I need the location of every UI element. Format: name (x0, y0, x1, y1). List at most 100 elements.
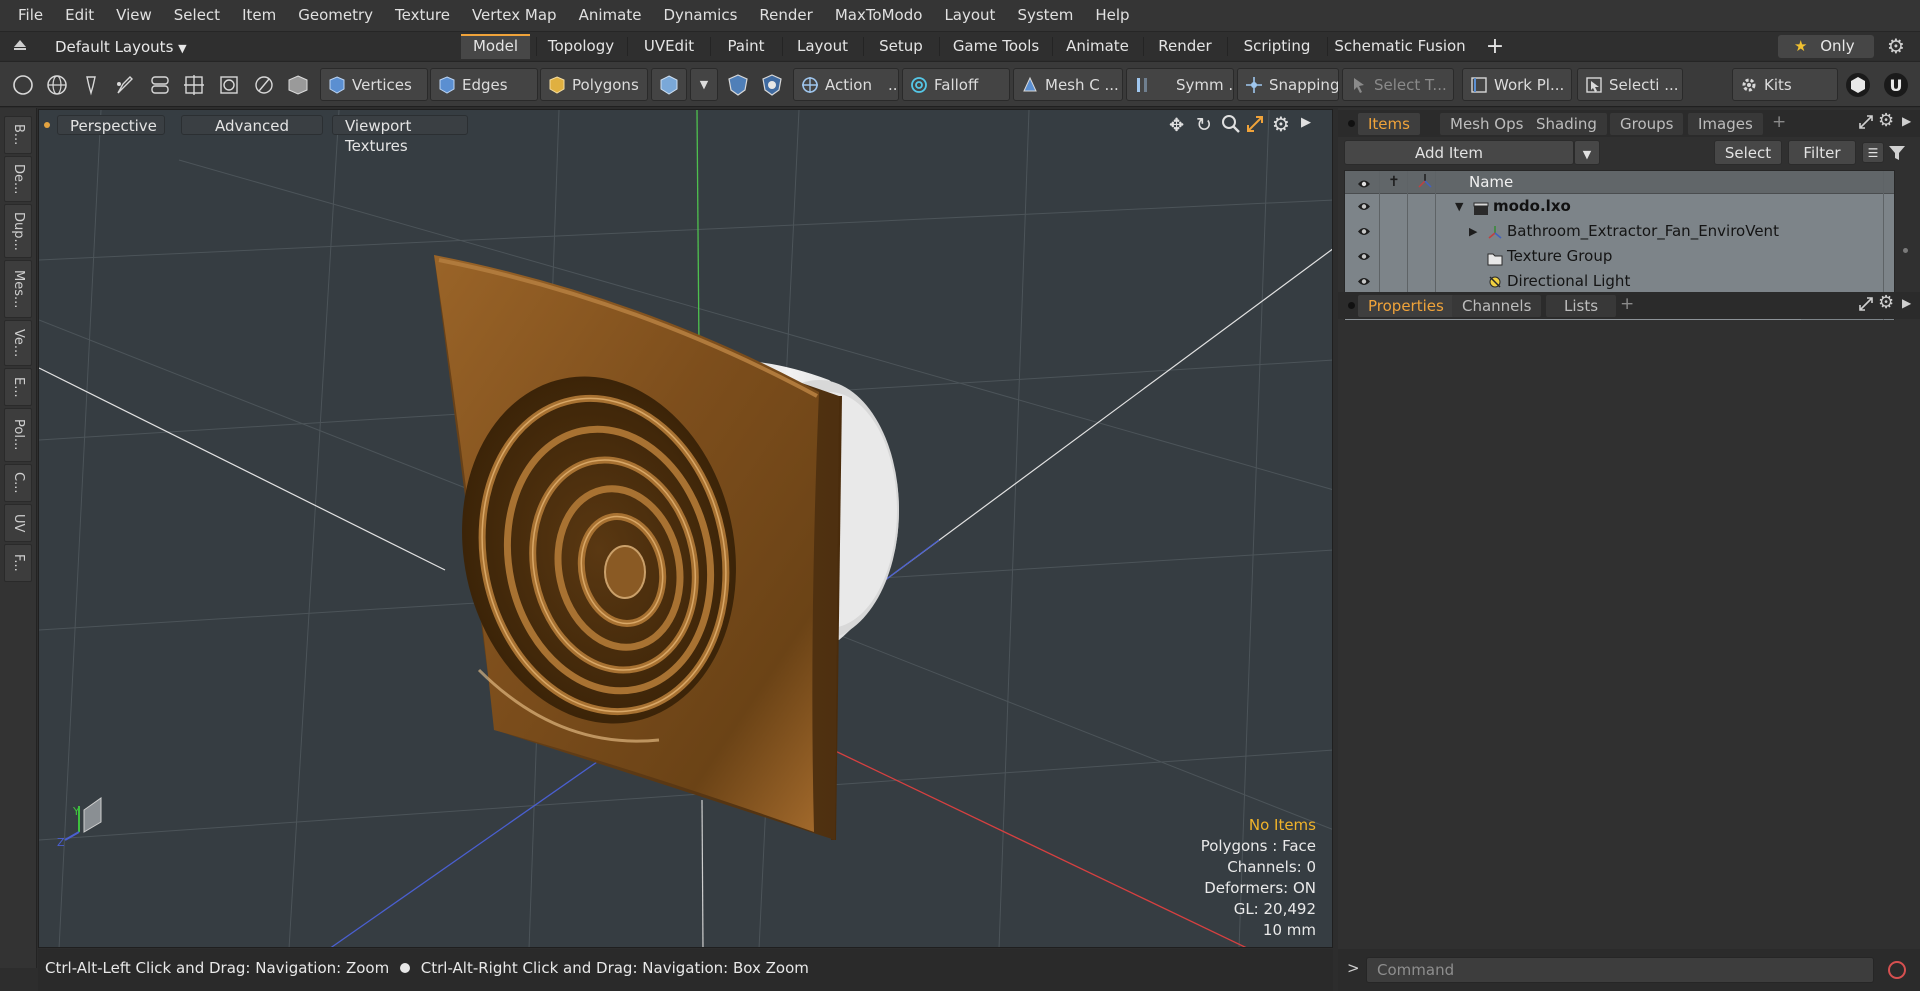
left-tab-vertex[interactable]: Ve... (4, 320, 32, 366)
menu-dynamics[interactable]: Dynamics (652, 0, 748, 31)
layout-select[interactable]: Default Layouts ▼ (55, 36, 187, 58)
rotate-icon[interactable]: ↻ (1196, 114, 1212, 136)
left-tab-mesh-edit[interactable]: Mes... (4, 260, 32, 318)
menu-texture[interactable]: Texture (384, 0, 461, 31)
tab-layout[interactable]: Layout (788, 34, 857, 59)
pan-icon[interactable]: ✥ (1169, 115, 1184, 136)
tab-shading[interactable]: Shading (1526, 113, 1607, 135)
left-tab-duplicate[interactable]: Dup... (4, 204, 32, 258)
left-tab-uv[interactable]: UV (4, 504, 32, 542)
menu-item[interactable]: Item (231, 0, 287, 31)
maximize-panel-icon[interactable] (1858, 296, 1874, 312)
tab-properties[interactable]: Properties (1358, 295, 1454, 317)
locator-column-icon[interactable] (1417, 173, 1433, 189)
add-item-button[interactable]: Add Item (1344, 140, 1574, 165)
only-toggle[interactable]: ★ Only (1778, 35, 1874, 58)
kits-button[interactable]: Kits (1732, 68, 1838, 101)
list-options-button[interactable]: ☰ (1862, 142, 1884, 163)
tab-channels[interactable]: Channels (1452, 295, 1542, 317)
menu-maxtomodo[interactable]: MaxToModo (824, 0, 934, 31)
maximize-panel-icon[interactable] (1858, 114, 1874, 130)
lock-column-icon[interactable]: ✝ (1388, 174, 1400, 190)
tab-paint[interactable]: Paint (716, 34, 776, 59)
visibility-eye-icon[interactable] (1357, 275, 1371, 288)
tab-mesh-ops[interactable]: Mesh Ops (1440, 113, 1534, 135)
symmetry-button[interactable]: Symm ... (1126, 68, 1234, 101)
unreal-icon[interactable] (1844, 71, 1872, 99)
select-through-button[interactable]: Select T... (1342, 68, 1454, 101)
symmetry-shield-icon[interactable] (724, 71, 752, 99)
panel-gear-icon[interactable]: ⚙ (1878, 292, 1894, 313)
viewport-menu-dot-icon[interactable] (44, 122, 50, 128)
left-tab-curve[interactable]: C... (4, 464, 32, 502)
command-input[interactable]: Command (1366, 957, 1874, 983)
add-item-dropdown[interactable]: ▼ (1574, 140, 1600, 165)
tab-topology[interactable]: Topology (541, 34, 621, 59)
tab-groups[interactable]: Groups (1610, 113, 1684, 135)
menu-layout[interactable]: Layout (933, 0, 1006, 31)
menu-file[interactable]: File (7, 0, 54, 31)
menu-view[interactable]: View (105, 0, 163, 31)
viewport-scene[interactable]: Y Z (39, 110, 1333, 948)
tab-images[interactable]: Images (1688, 113, 1763, 135)
unity-icon[interactable]: U (1882, 71, 1910, 99)
gear-icon[interactable]: ⚙ (1887, 34, 1909, 58)
menu-edit[interactable]: Edit (54, 0, 105, 31)
menu-select[interactable]: Select (163, 0, 231, 31)
visibility-eye-icon[interactable] (1357, 200, 1371, 213)
panel-expand-arrow-icon[interactable]: ▶ (1902, 296, 1911, 310)
list-item[interactable]: ▼ modo.lxo (1345, 194, 1894, 219)
visibility-eye-icon[interactable] (1357, 225, 1371, 238)
left-tab-fusion[interactable]: F... (4, 544, 32, 582)
select-button[interactable]: Select (1714, 140, 1782, 165)
panel-gear-icon[interactable]: ⚙ (1878, 110, 1894, 131)
menu-geometry[interactable]: Geometry (287, 0, 384, 31)
mesh-constraint-button[interactable]: Mesh C ... (1013, 68, 1123, 101)
tab-animate[interactable]: Animate (1058, 34, 1137, 59)
visibility-eye-icon[interactable] (1357, 250, 1371, 263)
panel-menu-dot-icon[interactable] (1348, 120, 1355, 127)
left-tab-edge[interactable]: E... (4, 368, 32, 406)
left-tab-basic[interactable]: B... (4, 116, 32, 154)
left-tab-deform[interactable]: De... (4, 156, 32, 202)
collapse-triangle-icon[interactable]: ▶ (1469, 219, 1477, 244)
menu-animate[interactable]: Animate (568, 0, 653, 31)
polygons-button[interactable]: Polygons (540, 68, 648, 101)
perspective-button[interactable]: Perspective (57, 115, 165, 135)
panel-expand-arrow-icon[interactable]: ▶ (1902, 114, 1911, 128)
expand-triangle-icon[interactable]: ▼ (1455, 194, 1463, 219)
item-mode-icon[interactable] (284, 71, 312, 99)
advanced-button[interactable]: Advanced (181, 115, 323, 135)
record-macro-icon[interactable] (1886, 959, 1908, 981)
add-panel-tab-icon[interactable]: + (1620, 294, 1634, 314)
work-plane-button[interactable]: Work Pl... (1462, 68, 1572, 101)
frame-icon[interactable] (215, 71, 243, 99)
menu-system[interactable]: System (1006, 0, 1084, 31)
pen-tool-icon[interactable] (77, 71, 105, 99)
visibility-column-eye-icon[interactable] (1357, 176, 1371, 188)
collapse-up-icon[interactable] (13, 38, 27, 52)
action-center-button[interactable]: Action ... (793, 68, 899, 101)
menu-help[interactable]: Help (1084, 0, 1140, 31)
zoom-icon[interactable] (1221, 114, 1241, 134)
add-tab-button[interactable]: + (1480, 34, 1510, 59)
edges-button[interactable]: Edges (430, 68, 538, 101)
panel-menu-dot-icon[interactable] (1348, 302, 1355, 309)
tab-schematic-fusion[interactable]: Schematic Fusion (1333, 34, 1467, 59)
add-panel-tab-icon[interactable]: + (1772, 112, 1786, 132)
select-circle-icon[interactable] (9, 71, 37, 99)
tab-items[interactable]: Items (1358, 113, 1420, 135)
vertices-button[interactable]: Vertices (320, 68, 428, 101)
tab-uvedit[interactable]: UVEdit (634, 34, 704, 59)
vertical-scroll-dot[interactable] (1903, 248, 1908, 253)
snapping-button[interactable]: Snapping (1237, 68, 1339, 101)
menu-render[interactable]: Render (748, 0, 823, 31)
list-item[interactable]: ▶ Bathroom_Extractor_Fan_EnviroVent (1345, 219, 1894, 244)
viewport-settings-gear-icon[interactable]: ⚙ (1272, 112, 1290, 136)
tab-lists[interactable]: Lists (1546, 295, 1617, 317)
viewport-textures-button[interactable]: Viewport Textures (332, 115, 468, 155)
3d-viewport[interactable]: Y Z Perspective Advanced Viewport Textur… (38, 109, 1333, 948)
selection-sets-button[interactable]: Selecti ... (1577, 68, 1683, 101)
tab-scripting[interactable]: Scripting (1233, 34, 1321, 59)
shield-soccer-icon[interactable] (758, 71, 786, 99)
